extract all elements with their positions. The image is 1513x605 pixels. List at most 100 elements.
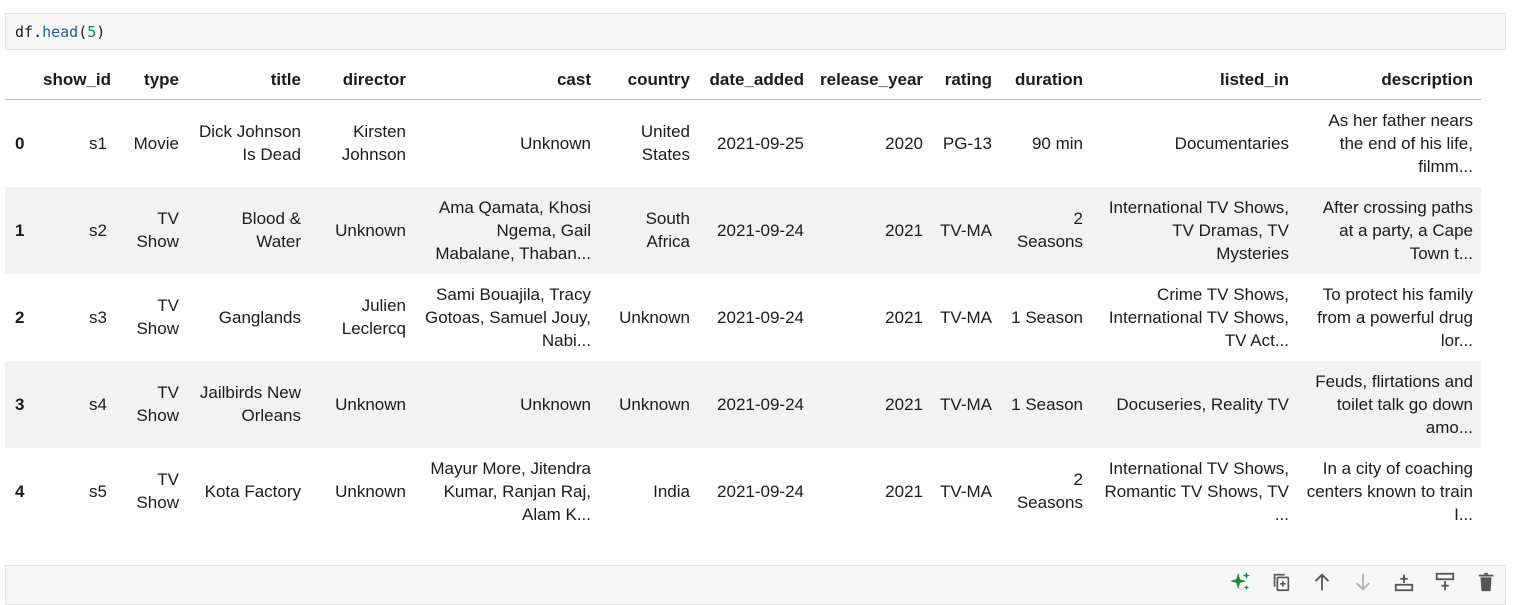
- cell-release-year: 2021: [885, 307, 923, 327]
- cell-title: Kota Factory: [204, 481, 301, 501]
- code-token-open-paren: (: [78, 23, 88, 41]
- cell-type: Movie: [133, 133, 179, 153]
- code-cell[interactable]: df.head(5): [5, 13, 1506, 50]
- cell-release-year: 2021: [885, 220, 923, 240]
- generate-button[interactable]: [1228, 571, 1252, 598]
- column-header-director: director: [309, 60, 414, 100]
- cell-show-id: s3: [89, 307, 107, 327]
- cell-country: Unknown: [619, 394, 690, 414]
- code-token-close-paren: ): [96, 23, 106, 41]
- move-up-button[interactable]: [1310, 572, 1334, 596]
- cell-listed-in: Crime TV Shows, International TV Shows, …: [1108, 284, 1289, 350]
- code-token-dot: .: [33, 23, 43, 41]
- cell-date-added: 2021-09-25: [717, 133, 804, 153]
- duplicate-cell-button[interactable]: [1269, 572, 1293, 596]
- cell-cast: Mayur More, Jitendra Kumar, Ranjan Raj, …: [430, 458, 591, 524]
- cell-date-added: 2021-09-24: [717, 394, 804, 414]
- column-header-country: country: [599, 60, 698, 100]
- cell-duration: 2 Seasons: [1016, 470, 1083, 512]
- cell-rating: TV-MA: [940, 307, 992, 327]
- cell-show-id: s5: [89, 481, 107, 501]
- copy-icon: [1270, 571, 1292, 598]
- cell-country: Unknown: [619, 307, 690, 327]
- row-index: 3: [15, 394, 25, 414]
- delete-cell-button[interactable]: [1474, 572, 1498, 596]
- cell-country: United States: [640, 122, 690, 165]
- trash-icon: [1475, 571, 1497, 598]
- code-token-argument: 5: [87, 23, 97, 41]
- cell-listed-in: International TV Shows, TV Dramas, TV My…: [1108, 197, 1289, 263]
- cell-duration: 1 Season: [1011, 394, 1083, 414]
- column-header-rating: rating: [931, 60, 1000, 100]
- cell-show-id: s1: [89, 133, 107, 153]
- row-index: 2: [15, 307, 25, 327]
- cell-description: To protect his family from a powerful dr…: [1317, 284, 1473, 350]
- cell-type: TV Show: [136, 470, 179, 512]
- column-header-description: description: [1297, 60, 1481, 100]
- code-token-variable: df: [15, 23, 34, 41]
- sparkle-icon: [1229, 571, 1251, 598]
- move-down-button[interactable]: [1351, 572, 1375, 596]
- column-header-cast: cast: [414, 60, 599, 100]
- cell-title: Jailbirds New Orleans: [199, 383, 301, 425]
- cell-rating: TV-MA: [940, 220, 992, 240]
- column-header-duration: duration: [1000, 60, 1091, 100]
- cell-output: show_id type title director cast country…: [5, 60, 1481, 535]
- cell-title: Dick Johnson Is Dead: [198, 122, 301, 165]
- cell-date-added: 2021-09-24: [717, 220, 804, 240]
- column-header-release-year: release_year: [812, 60, 931, 100]
- insert-below-icon: [1393, 571, 1415, 598]
- cell-cast: Unknown: [520, 133, 591, 153]
- insert-above-button[interactable]: [1433, 572, 1457, 596]
- cell-listed-in: Documentaries: [1174, 133, 1289, 153]
- cell-cast: Sami Bouajila, Tracy Gotoas, Samuel Jouy…: [425, 284, 591, 350]
- table-header-row: show_id type title director cast country…: [5, 60, 1481, 100]
- cell-release-year: 2021: [885, 394, 923, 414]
- cell-director: Julien Leclercq: [341, 296, 406, 338]
- cell-director: Unknown: [335, 481, 406, 501]
- table-row: 0 s1 Movie Dick Johnson Is Dead Kirsten …: [5, 100, 1481, 187]
- cell-show-id: s4: [89, 394, 107, 414]
- cell-date-added: 2021-09-24: [717, 481, 804, 501]
- cell-listed-in: International TV Shows, Romantic TV Show…: [1104, 458, 1289, 524]
- cell-description: After crossing paths at a party, a Cape …: [1322, 197, 1473, 263]
- cell-release-year: 2021: [885, 481, 923, 501]
- cell-country: India: [653, 481, 690, 501]
- row-index: 1: [15, 220, 25, 240]
- insert-below-button[interactable]: [1392, 572, 1416, 596]
- cell-duration: 1 Season: [1011, 307, 1083, 327]
- column-header-index: [5, 60, 35, 100]
- table-row: 2 s3 TV Show Ganglands Julien Leclercq S…: [5, 274, 1481, 361]
- cell-type: TV Show: [136, 296, 179, 338]
- column-header-listed-in: listed_in: [1091, 60, 1297, 100]
- cell-release-year: 2020: [885, 133, 923, 153]
- column-header-date-added: date_added: [698, 60, 812, 100]
- cell-description: In a city of coaching centers known to t…: [1306, 458, 1473, 524]
- table-row: 3 s4 TV Show Jailbirds New Orleans Unkno…: [5, 360, 1481, 448]
- cell-date-added: 2021-09-24: [717, 307, 804, 327]
- cell-director: Unknown: [335, 220, 406, 240]
- arrow-down-icon: [1352, 571, 1374, 598]
- cell-title: Blood & Water: [241, 209, 301, 251]
- column-header-title: title: [187, 60, 309, 100]
- cell-country: South Africa: [645, 209, 690, 251]
- cell-cast: Unknown: [520, 394, 591, 414]
- code-token-method: head: [42, 23, 79, 41]
- cell-director: Unknown: [335, 394, 406, 414]
- cell-title: Ganglands: [218, 307, 301, 327]
- cell-rating: TV-MA: [940, 394, 992, 414]
- row-index: 0: [15, 133, 25, 153]
- cell-description: Feuds, flirtations and toilet talk go do…: [1315, 371, 1473, 437]
- cell-rating: TV-MA: [940, 481, 992, 501]
- row-index: 4: [15, 481, 25, 501]
- cell-type: TV Show: [136, 383, 179, 425]
- dataframe-table: show_id type title director cast country…: [5, 60, 1481, 535]
- cell-duration: 90 min: [1031, 133, 1083, 153]
- column-header-type: type: [115, 60, 187, 100]
- cell-cast: Ama Qamata, Khosi Ngema, Gail Mabalane, …: [435, 197, 591, 263]
- cell-description: As her father nears the end of his life,…: [1328, 110, 1473, 176]
- code-editor-line[interactable]: df.head(5): [15, 23, 105, 41]
- cell-director: Kirsten Johnson: [341, 122, 406, 165]
- insert-above-icon: [1434, 571, 1456, 598]
- table-row: 1 s2 TV Show Blood & Water Unknown Ama Q…: [5, 186, 1481, 274]
